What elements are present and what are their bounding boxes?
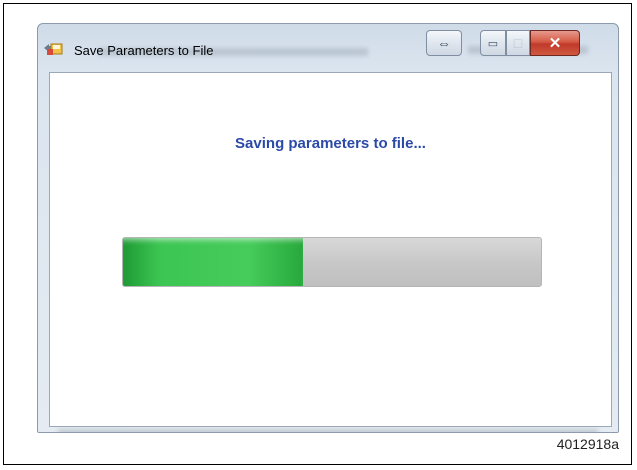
window-title: Save Parameters to File	[74, 43, 214, 58]
dialog-content: Saving parameters to file...	[49, 72, 612, 427]
status-message: Saving parameters to file...	[235, 135, 426, 152]
figure-frame: Save Parameters to File ⇔ ▭ □ ✕ Saving p…	[3, 3, 632, 465]
resize-button[interactable]: ⇔	[426, 30, 462, 56]
save-file-icon	[44, 43, 63, 55]
progress-bar-fill	[123, 238, 303, 286]
dialog-window: Save Parameters to File ⇔ ▭ □ ✕ Saving p…	[37, 23, 619, 433]
close-icon: ✕	[548, 35, 562, 52]
maximize-icon: □	[513, 35, 523, 51]
figure-caption: 4012918a	[556, 436, 619, 452]
resize-icon: ⇔	[437, 35, 451, 51]
minimize-icon: ▭	[487, 37, 499, 50]
maximize-button[interactable]: □	[506, 30, 530, 56]
progress-bar	[122, 237, 542, 287]
title-bar[interactable]: Save Parameters to File ⇔ ▭ □ ✕	[38, 24, 618, 70]
minimize-button[interactable]: ▭	[480, 30, 506, 56]
close-button[interactable]: ✕	[530, 30, 580, 56]
